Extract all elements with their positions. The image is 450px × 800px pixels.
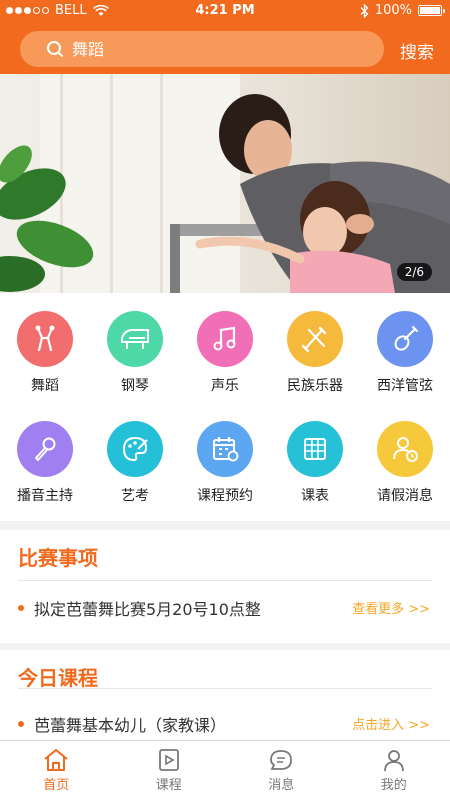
category-course-booking[interactable]: 课程预约: [180, 421, 270, 505]
status-bar: BELL 4:21 PM 100%: [0, 0, 450, 24]
profile-icon: [383, 750, 404, 772]
category-piano[interactable]: 钢琴: [90, 311, 180, 395]
view-more-link[interactable]: 查看更多 >>: [352, 598, 430, 617]
category-timetable[interactable]: 课表: [270, 421, 360, 505]
bottom-tab-bar: 首页 课程 消息 我的: [0, 740, 450, 800]
competition-title: 比赛事项: [18, 546, 98, 570]
today-course-item-text: 芭蕾舞基本幼儿（家教课）: [34, 716, 227, 735]
category-label: 课表: [301, 488, 329, 504]
top-header: BELL 4:21 PM 100% 舞蹈 搜索: [0, 0, 450, 74]
app-root: BELL 4:21 PM 100% 舞蹈 搜索 2/6 舞蹈 钢琴 声乐 民族乐…: [0, 0, 450, 800]
competition-item-text: 拟定芭蕾舞比赛5月20号10点整: [34, 600, 261, 619]
battery-label: 100%: [374, 3, 412, 18]
status-right: 100%: [360, 3, 445, 18]
category-grid: 舞蹈 钢琴 声乐 民族乐器 西洋管弦 播音主持 艺考 课程预约 课表 请假消息: [0, 293, 450, 521]
tab-label: 课程: [155, 778, 182, 793]
category-label: 民族乐器: [287, 378, 343, 394]
suona-icon: [287, 311, 343, 367]
violin-icon: [377, 311, 433, 367]
divider: [18, 580, 432, 581]
tab-profile[interactable]: 我的: [338, 741, 450, 800]
timetable-icon: [287, 421, 343, 477]
divider: [18, 688, 432, 689]
banner-carousel[interactable]: 2/6: [0, 74, 450, 293]
category-label: 艺考: [121, 488, 149, 504]
competition-card: 比赛事项 拟定芭蕾舞比赛5月20号10点整 查看更多 >>: [0, 530, 450, 643]
category-dance[interactable]: 舞蹈: [0, 311, 90, 395]
tab-label: 消息: [268, 778, 295, 793]
category-broadcasting[interactable]: 播音主持: [0, 421, 90, 505]
music-note-icon: [197, 311, 253, 367]
today-course-item[interactable]: 芭蕾舞基本幼儿（家教课）: [18, 712, 226, 736]
banner-image: [0, 74, 450, 293]
piano-icon: [107, 311, 163, 367]
category-western-orchestra[interactable]: 西洋管弦: [360, 311, 450, 395]
search-button[interactable]: 搜索: [400, 38, 434, 63]
microphone-icon: [17, 421, 73, 477]
tab-messages[interactable]: 消息: [225, 741, 338, 800]
category-label: 课程预约: [197, 488, 253, 504]
category-leave-messages[interactable]: 请假消息: [360, 421, 450, 505]
category-art-exam[interactable]: 艺考: [90, 421, 180, 505]
bullet-icon: [18, 605, 24, 611]
today-course-title: 今日课程: [18, 666, 98, 690]
tab-home[interactable]: 首页: [0, 741, 113, 800]
battery-icon: [418, 5, 445, 16]
enter-link[interactable]: 点击进入 >>: [352, 714, 430, 733]
category-folk-instruments[interactable]: 民族乐器: [270, 311, 360, 395]
bluetooth-icon: [360, 3, 369, 18]
tab-label: 首页: [43, 778, 70, 793]
search-box[interactable]: [20, 31, 384, 67]
category-label: 西洋管弦: [377, 378, 433, 394]
banner-pager: 2/6: [396, 263, 432, 281]
tab-label: 我的: [380, 778, 407, 793]
dance-icon: [17, 311, 73, 367]
category-label: 请假消息: [377, 488, 433, 504]
category-label: 舞蹈: [31, 378, 59, 394]
competition-item[interactable]: 拟定芭蕾舞比赛5月20号10点整: [18, 596, 261, 620]
tab-course[interactable]: 课程: [113, 741, 226, 800]
category-label: 钢琴: [121, 378, 149, 394]
today-course-card: 今日课程 芭蕾舞基本幼儿（家教课） 点击进入 >>: [0, 650, 450, 750]
palette-icon: [107, 421, 163, 477]
message-icon: [270, 750, 293, 770]
category-vocal[interactable]: 声乐: [180, 311, 270, 395]
home-icon: [44, 749, 68, 771]
course-icon: [158, 749, 179, 771]
calendar-icon: [197, 421, 253, 477]
bullet-icon: [18, 721, 24, 727]
category-label: 播音主持: [17, 488, 73, 504]
search-icon: [47, 41, 64, 58]
leave-icon: [377, 421, 433, 477]
search-input[interactable]: [72, 39, 372, 59]
category-label: 声乐: [211, 378, 239, 394]
